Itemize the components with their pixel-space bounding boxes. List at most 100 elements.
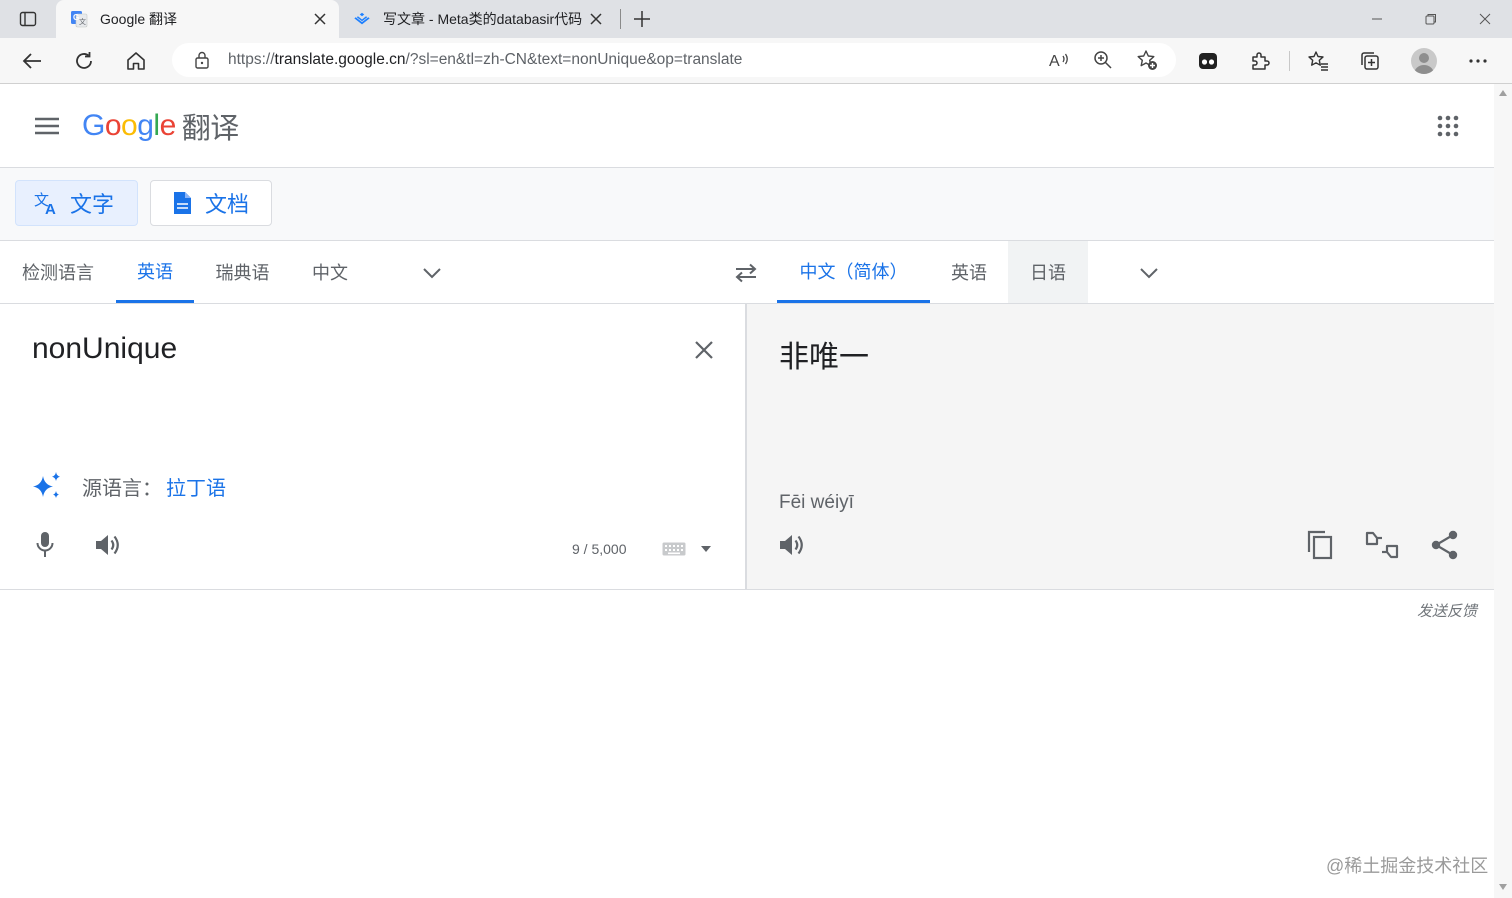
text-mode-label: 文字 <box>70 192 115 217</box>
google-translate-logo[interactable]: Google 翻译 <box>82 106 239 146</box>
new-tab-button[interactable] <box>628 5 656 33</box>
target-lang-more-button[interactable] <box>1129 253 1169 293</box>
arrow-left-icon <box>22 53 41 69</box>
juejin-icon <box>353 10 371 28</box>
browser-toolbar: https://translate.google.cn/?sl=en&tl=zh… <box>0 38 1512 84</box>
detected-language-label: 源语言： <box>82 477 162 500</box>
logo-letter: e <box>159 109 177 142</box>
thumbs-rate-icon <box>1365 531 1399 559</box>
logo-letter: G <box>82 109 105 142</box>
google-apps-button[interactable] <box>1428 106 1468 146</box>
listen-source-button[interactable] <box>86 523 130 567</box>
google-translate-icon: G文 <box>70 10 88 28</box>
share-translation-button[interactable] <box>1423 523 1467 567</box>
scroll-up-icon <box>1499 90 1507 96</box>
favorites-button[interactable] <box>1302 45 1334 77</box>
apps-grid-icon <box>1437 115 1459 137</box>
puzzle-icon <box>1252 52 1270 70</box>
sparkle-icon <box>30 469 64 503</box>
hamburger-icon <box>35 117 59 135</box>
swap-icon <box>735 263 757 283</box>
profile-button[interactable] <box>1408 45 1440 77</box>
avatar <box>1411 48 1437 74</box>
vertical-scrollbar[interactable] <box>1494 84 1512 898</box>
translate-page: Google 翻译 文A 文字 文档 检测语言 英语 瑞典语 中文 中文（简体）… <box>0 84 1494 898</box>
close-tab-icon[interactable] <box>583 6 609 32</box>
send-feedback-link[interactable]: 发送反馈 <box>1380 600 1477 621</box>
microphone-icon <box>36 532 54 557</box>
listen-translation-button[interactable] <box>770 523 814 567</box>
logo-letter: o <box>121 109 138 142</box>
detected-language-link[interactable]: 拉丁语 <box>166 472 226 501</box>
close-icon <box>695 341 713 359</box>
chevron-down-icon <box>423 268 441 279</box>
document-mode-label: 文档 <box>205 192 250 217</box>
home-icon <box>127 52 145 70</box>
home-button[interactable] <box>120 45 152 77</box>
source-lang-more-button[interactable] <box>412 253 452 293</box>
text-mode-button[interactable]: 文A 文字 <box>15 180 138 226</box>
collections-icon <box>1361 52 1379 70</box>
collections-button[interactable] <box>1354 45 1386 77</box>
swap-languages-button[interactable] <box>726 253 766 293</box>
tab-title: 写文章 - Meta类的databasir代码 <box>383 11 583 27</box>
logo-letter: o <box>104 109 122 142</box>
extension-button[interactable] <box>1192 45 1224 77</box>
product-name: 翻译 <box>181 113 240 145</box>
url-prefix: https:// <box>228 51 275 68</box>
rate-translation-button[interactable] <box>1360 523 1404 567</box>
extensions-button[interactable] <box>1244 45 1276 77</box>
document-mode-button[interactable]: 文档 <box>150 180 272 226</box>
copy-icon <box>1307 530 1333 560</box>
url-text: https://translate.google.cn/?sl=en&tl=zh… <box>228 51 1044 69</box>
favorites-icon <box>1308 51 1328 71</box>
browser-tab-google-translate[interactable]: G文 Google 翻译 <box>56 0 339 38</box>
share-icon <box>1431 530 1458 560</box>
source-lang-english[interactable]: 英语 <box>116 241 194 303</box>
restore-button[interactable] <box>1404 0 1458 38</box>
plus-icon <box>634 11 650 27</box>
address-bar[interactable]: https://translate.google.cn/?sl=en&tl=zh… <box>172 43 1176 77</box>
settings-more-button[interactable] <box>1462 45 1494 77</box>
source-text-input[interactable]: nonUnique <box>32 332 177 366</box>
target-lang-chinese-simplified[interactable]: 中文（简体） <box>777 241 930 303</box>
browser-tab-bar: G文 Google 翻译 写文章 - Meta类的databasir代码 <box>0 0 1512 38</box>
browser-tab-juejin[interactable]: 写文章 - Meta类的databasir代码 <box>345 0 615 38</box>
read-aloud-icon[interactable]: A <box>1044 45 1074 75</box>
tab-separator <box>620 9 621 29</box>
close-window-button[interactable] <box>1458 0 1512 38</box>
svg-text:A: A <box>1049 53 1060 70</box>
copy-translation-button[interactable] <box>1298 523 1342 567</box>
speaker-icon <box>780 535 803 555</box>
input-tools-button[interactable] <box>662 539 722 559</box>
translation-text: 非唯一 <box>779 341 869 374</box>
back-button[interactable] <box>16 45 48 77</box>
source-lang-swedish[interactable]: 瑞典语 <box>194 241 291 303</box>
lock-icon[interactable] <box>190 48 214 72</box>
target-lang-english[interactable]: 英语 <box>930 241 1008 303</box>
more-horizontal-icon <box>1469 59 1487 63</box>
document-icon <box>169 190 195 216</box>
target-lang-japanese[interactable]: 日语 <box>1008 241 1088 303</box>
source-lang-chinese[interactable]: 中文 <box>291 241 369 303</box>
clear-source-button[interactable] <box>684 330 724 370</box>
refresh-button[interactable] <box>68 45 100 77</box>
refresh-icon <box>76 52 92 69</box>
tab-title: Google 翻译 <box>100 11 178 27</box>
url-rest: /?sl=en&tl=zh-CN&text=nonUnique&op=trans… <box>405 51 743 68</box>
zoom-icon[interactable] <box>1088 45 1118 75</box>
microphone-button[interactable] <box>23 523 67 567</box>
tab-actions-button[interactable] <box>10 6 46 32</box>
main-menu-button[interactable] <box>27 106 67 146</box>
minimize-icon <box>1372 18 1382 20</box>
source-lang-detect[interactable]: 检测语言 <box>0 241 116 303</box>
restore-icon <box>1425 14 1436 25</box>
svg-text:A: A <box>45 201 56 216</box>
watermark-text: @稀土掘金技术社区 <box>1326 856 1489 876</box>
close-tab-icon[interactable] <box>307 6 333 32</box>
add-favorite-icon[interactable] <box>1132 45 1162 75</box>
logo-letter: g <box>137 109 154 142</box>
speaker-icon <box>96 535 119 555</box>
character-counter: 9 / 5,000 <box>572 541 627 557</box>
minimize-button[interactable] <box>1350 0 1404 38</box>
